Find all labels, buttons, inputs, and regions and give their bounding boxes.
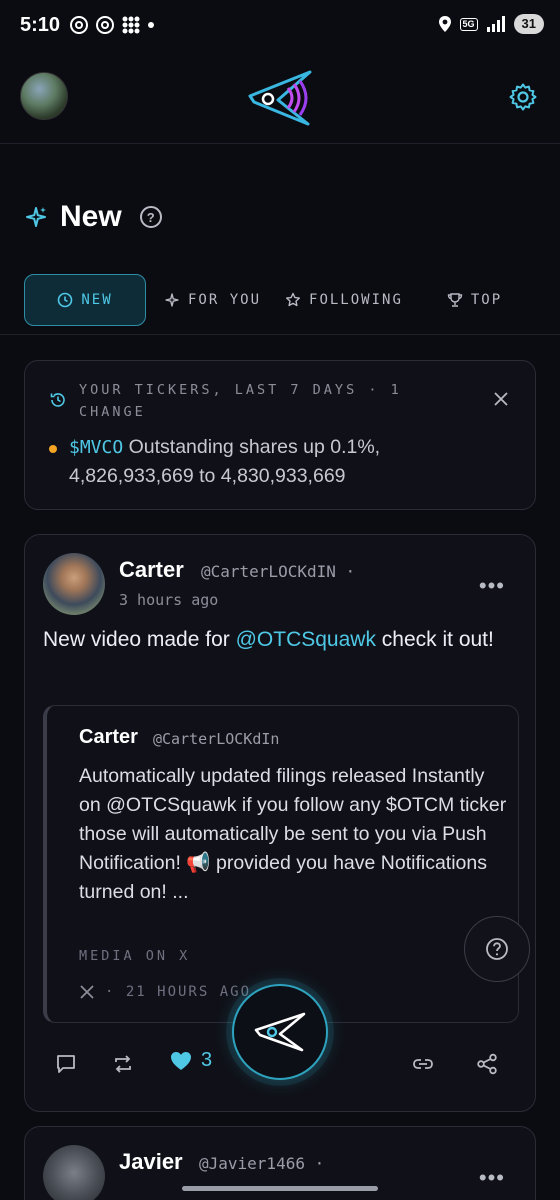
link-icon[interactable] — [411, 1053, 435, 1075]
post-text: New video made for @OTCSquawk check it o… — [43, 628, 494, 651]
page-title: New — [60, 200, 122, 233]
author-handle[interactable]: @CarterLOCKdIN · — [201, 562, 355, 581]
tab-for-you[interactable]: FOR YOU — [164, 274, 261, 326]
tab-label: FOR YOU — [188, 292, 262, 308]
signal-icon — [486, 16, 505, 32]
heart-icon — [171, 1051, 191, 1070]
app-logo-icon — [254, 1012, 306, 1052]
sparkle-icon — [26, 207, 46, 227]
comment-icon[interactable] — [55, 1053, 77, 1075]
tab-label: NEW — [81, 292, 113, 308]
media-label: MEDIA ON X — [79, 948, 191, 964]
author-name[interactable]: Javier — [119, 1149, 183, 1175]
history-icon — [50, 393, 65, 407]
star-icon — [286, 292, 301, 307]
ticker-changes-card[interactable]: YOUR TICKERS, LAST 7 DAYS · 1 CHANGE $MV… — [24, 360, 536, 510]
system-icons: 5G 31 — [438, 14, 544, 34]
quoted-post[interactable]: Carter @CarterLOCKdIn Automatically upda… — [43, 705, 519, 1023]
dot-icon — [148, 22, 154, 28]
app-logo-icon[interactable] — [244, 66, 316, 130]
ticker-change-item: $MVCO Outstanding shares up 0.1%, 4,826,… — [69, 433, 509, 491]
status-bar: 5:10 5G 31 — [0, 0, 560, 56]
avatar[interactable] — [20, 72, 68, 120]
ticker-card-heading: YOUR TICKERS, LAST 7 DAYS · 1 CHANGE — [79, 382, 402, 420]
status-dot — [49, 445, 57, 453]
like-count: 3 — [201, 1049, 213, 1071]
network-badge: 5G — [459, 17, 478, 31]
location-icon — [438, 16, 451, 32]
tab-label: FOLLOWING — [309, 292, 403, 308]
grid-app-icon — [122, 16, 140, 34]
help-icon — [486, 938, 508, 960]
tab-top[interactable]: TOP — [447, 274, 502, 326]
post-timestamp: 3 hours ago — [119, 591, 219, 609]
quoted-meta: · 21 HOURS AGO — [79, 984, 251, 1000]
floating-help-button[interactable] — [464, 916, 530, 982]
sparkle-icon — [165, 293, 179, 307]
trophy-icon — [447, 293, 463, 307]
mention-link[interactable]: @OTCSquawk — [236, 628, 376, 651]
gear-icon[interactable] — [508, 82, 538, 112]
avatar[interactable] — [43, 1145, 105, 1200]
ticker-symbol-link[interactable]: $MVCO — [69, 437, 123, 458]
x-logo-icon — [80, 985, 94, 999]
status-time: 5:10 — [20, 14, 61, 36]
divider — [0, 334, 560, 335]
avatar[interactable] — [43, 553, 105, 615]
notification-icons — [68, 14, 156, 36]
page-header: New ? — [24, 200, 162, 234]
compose-fab-button[interactable] — [232, 984, 328, 1080]
author-handle[interactable]: @Javier1466 · — [199, 1154, 324, 1173]
feed-tabs: NEW FOR YOU FOLLOWING TOP — [24, 274, 544, 326]
threads-icon — [96, 16, 114, 34]
quoted-author-handle: @CarterLOCKdIn — [153, 730, 280, 748]
tab-following[interactable]: FOLLOWING — [285, 274, 403, 326]
quoted-time: · 21 HOURS AGO — [105, 984, 252, 1000]
author-name[interactable]: Carter — [119, 557, 184, 583]
more-options-icon[interactable]: ••• — [479, 573, 505, 599]
help-icon[interactable]: ? — [139, 206, 162, 228]
home-indicator[interactable] — [182, 1186, 378, 1191]
battery-indicator: 31 — [513, 14, 544, 34]
share-icon[interactable] — [475, 1053, 499, 1075]
top-app-bar — [0, 56, 560, 144]
close-icon[interactable] — [493, 391, 509, 407]
like-button[interactable]: 3 — [169, 1049, 212, 1072]
threads-icon — [70, 16, 88, 34]
quoted-text: Automatically updated filings released I… — [79, 765, 507, 903]
quoted-author-name: Carter — [79, 726, 138, 748]
tab-new[interactable]: NEW — [24, 274, 146, 326]
more-options-icon[interactable]: ••• — [479, 1165, 505, 1191]
repost-icon[interactable] — [111, 1053, 135, 1075]
clock-icon — [58, 292, 73, 308]
tab-label: TOP — [470, 292, 503, 308]
